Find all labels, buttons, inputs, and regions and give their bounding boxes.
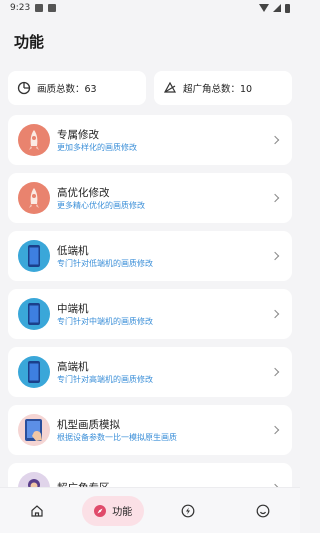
- tablet-touch-icon: [18, 414, 50, 446]
- status-bar: 9:23: [0, 0, 300, 16]
- feature-subtitle: 更加多样化的画质修改: [57, 142, 137, 152]
- signal-icon: [273, 4, 281, 12]
- feature-subtitle: 专门针对高端机的画质修改: [57, 374, 153, 384]
- wide-total-card[interactable]: 超广角总数：10: [154, 71, 292, 105]
- feature-list: 专属修改 更加多样化的画质修改 高优化修改 更多精心优化的画质修改 低端机 专门…: [0, 115, 300, 513]
- quality-total-card[interactable]: 画质总数：63: [8, 71, 146, 105]
- chevron-right-icon: [270, 193, 280, 203]
- feature-mid-range[interactable]: 中端机 专门针对中端机的画质修改: [8, 289, 292, 339]
- nav-features[interactable]: 功能: [81, 495, 144, 526]
- stats-row: 画质总数：63 超广角总数：10: [0, 71, 300, 105]
- bottom-nav: 功能: [0, 487, 300, 533]
- chevron-right-icon: [270, 309, 280, 319]
- home-icon: [31, 504, 43, 517]
- phone-icon: [18, 298, 50, 330]
- feature-title: 中端机: [57, 302, 89, 315]
- chevron-right-icon: [270, 135, 280, 145]
- rocket-icon: [18, 182, 50, 214]
- feature-subtitle: 专门针对中端机的画质修改: [57, 316, 153, 326]
- feature-optimized-mod[interactable]: 高优化修改 更多精心优化的画质修改: [8, 173, 292, 223]
- wide-angle-icon: [163, 81, 177, 93]
- wifi-icon: [259, 4, 269, 12]
- chevron-right-icon: [270, 367, 280, 377]
- status-time: 9:23: [10, 3, 31, 13]
- rocket-icon: [18, 124, 50, 156]
- nav-home[interactable]: [7, 496, 67, 526]
- feature-title: 高优化修改: [57, 186, 110, 199]
- nav-boost[interactable]: [158, 496, 218, 526]
- feature-title: 低端机: [57, 244, 89, 257]
- feature-low-end[interactable]: 低端机 专门针对低端机的画质修改: [8, 231, 292, 281]
- feature-high-end[interactable]: 高端机 专门针对高端机的画质修改: [8, 347, 292, 397]
- feature-device-simulation[interactable]: 机型画质模拟 根据设备参数一比一模拟原生画质: [8, 405, 292, 455]
- nav-features-label: 功能: [112, 507, 133, 518]
- chevron-right-icon: [270, 251, 280, 261]
- feature-title: 机型画质模拟: [57, 418, 120, 431]
- quality-total-text: 画质总数：63: [37, 84, 97, 95]
- notification-icon: [35, 4, 44, 12]
- smiley-icon: [256, 504, 270, 517]
- feature-title: 专属修改: [57, 128, 99, 141]
- chevron-right-icon: [270, 425, 280, 435]
- phone-icon: [18, 356, 50, 388]
- wide-total-text: 超广角总数：10: [183, 84, 253, 95]
- phone-icon: [18, 240, 50, 272]
- pie-chart-icon: [17, 81, 31, 95]
- compass-icon: [94, 504, 107, 517]
- feature-subtitle: 专门针对低端机的画质修改: [57, 258, 153, 268]
- feature-subtitle: 更多精心优化的画质修改: [57, 200, 145, 210]
- feature-title: 高端机: [57, 360, 89, 373]
- nav-profile[interactable]: [233, 496, 293, 526]
- lightning-icon: [181, 504, 195, 517]
- notification-a-icon: [48, 4, 57, 12]
- feature-exclusive-mod[interactable]: 专属修改 更加多样化的画质修改: [8, 115, 292, 165]
- page-title: 功能: [14, 33, 45, 51]
- feature-subtitle: 根据设备参数一比一模拟原生画质: [57, 432, 177, 442]
- battery-icon: [285, 3, 290, 13]
